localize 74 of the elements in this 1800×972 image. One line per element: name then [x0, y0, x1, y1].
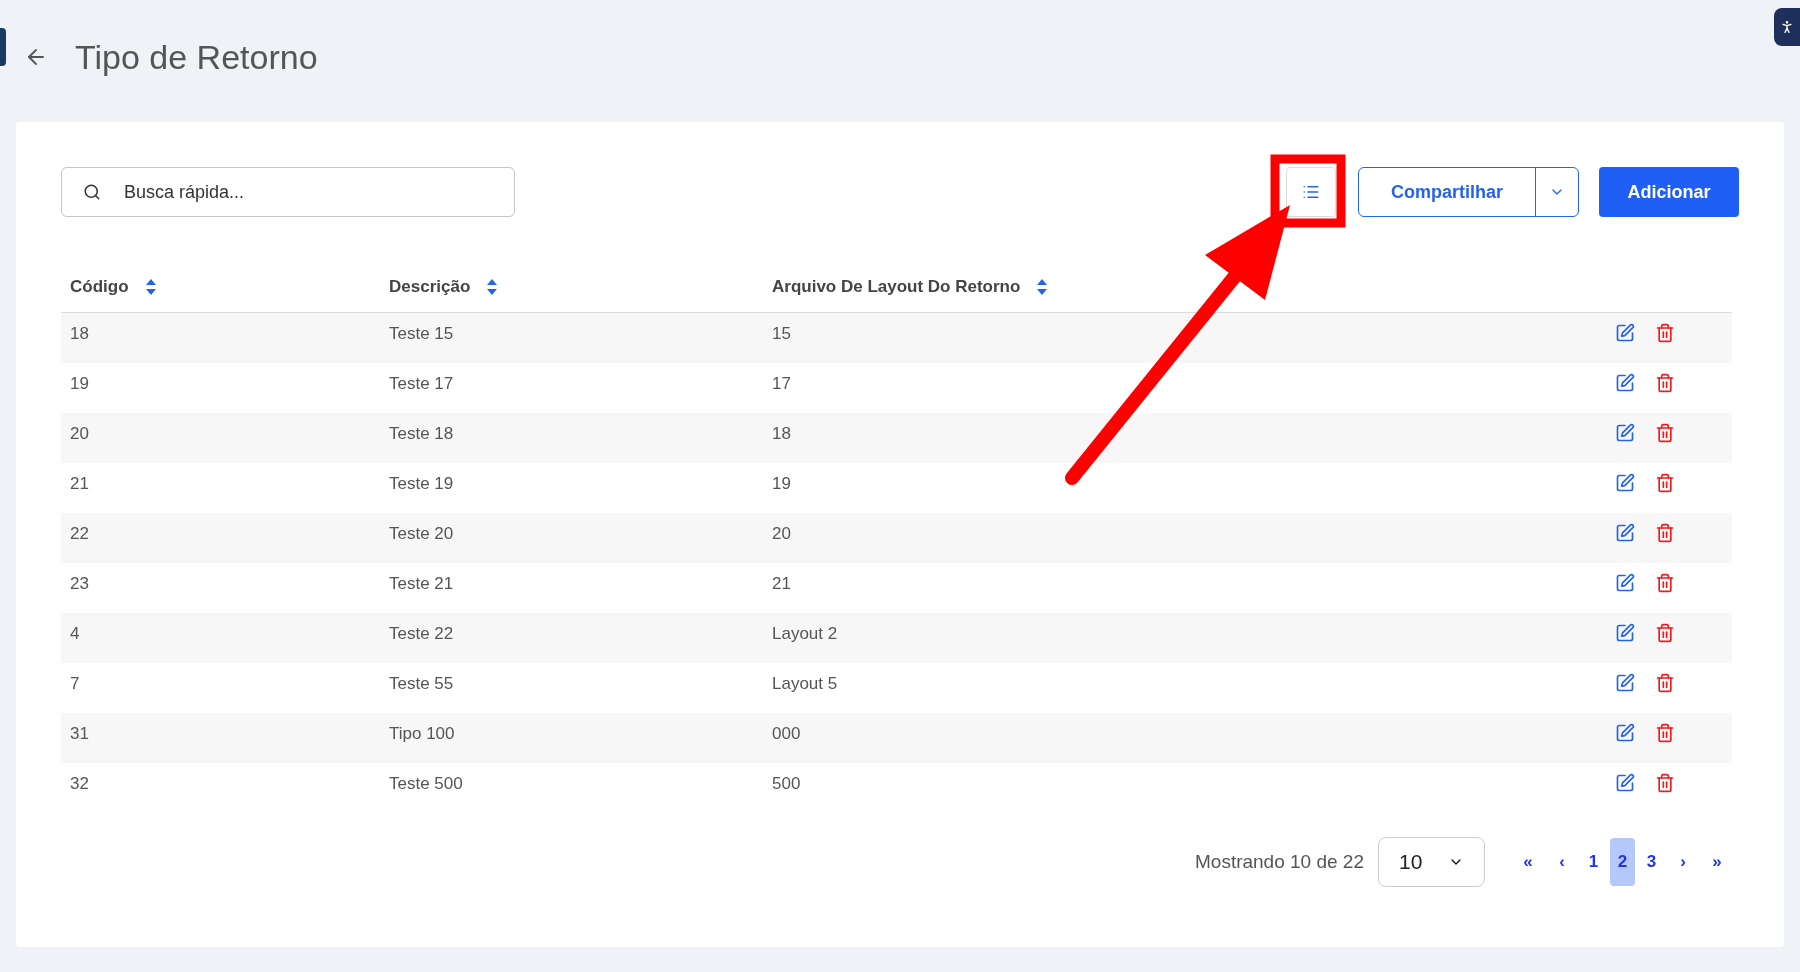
trash-icon[interactable] [1655, 473, 1675, 493]
edit-icon[interactable] [1615, 623, 1635, 643]
table-cell: 500 [772, 774, 801, 793]
table-cell: Layout 2 [772, 624, 838, 643]
edit-icon[interactable] [1615, 523, 1635, 543]
edit-icon[interactable] [1615, 423, 1635, 443]
table-cell: 000 [772, 724, 801, 743]
table-cell: 20 [70, 424, 89, 443]
search-icon [83, 183, 101, 201]
trash-icon[interactable] [1655, 573, 1675, 593]
edit-icon[interactable] [1615, 473, 1635, 493]
trash-icon[interactable] [1655, 723, 1675, 743]
trash-icon[interactable] [1655, 523, 1675, 543]
list-view-button[interactable] [1286, 167, 1336, 217]
trash-icon[interactable] [1655, 423, 1675, 443]
page-button[interactable]: 3 [1639, 838, 1664, 886]
last-page-button[interactable]: » [1702, 838, 1732, 886]
trash-icon[interactable] [1655, 323, 1675, 343]
trash-icon[interactable] [1655, 773, 1675, 793]
table-cell: 19 [70, 374, 89, 393]
trash-icon[interactable] [1655, 373, 1675, 393]
table-cell: 18 [772, 424, 791, 443]
table-cell: Teste 22 [389, 624, 454, 643]
table-cell: 7 [70, 674, 80, 693]
sort-icon[interactable] [144, 278, 157, 296]
table-cell: 22 [70, 524, 89, 543]
page-title: Tipo de Retorno [75, 36, 318, 78]
edit-icon[interactable] [1615, 673, 1635, 693]
table-cell: 19 [772, 474, 791, 493]
table-cell: 20 [772, 524, 791, 543]
table-cell: 21 [70, 474, 89, 493]
accessibility-button[interactable] [1774, 8, 1800, 46]
share-button[interactable]: Compartilhar [1359, 168, 1535, 216]
table-cell: Teste 500 [389, 774, 463, 793]
table-cell: Teste 19 [389, 474, 454, 493]
table-cell: Layout 5 [772, 674, 838, 693]
table-cell: 31 [70, 724, 89, 743]
page-button[interactable]: 1 [1581, 838, 1606, 886]
table-cell: 23 [70, 574, 89, 593]
edit-icon[interactable] [1615, 323, 1635, 343]
sort-icon[interactable] [1036, 278, 1049, 296]
search-field[interactable]: Busca rápida... [61, 167, 515, 217]
table-cell: Teste 17 [389, 374, 454, 393]
page-button[interactable]: 2 [1610, 838, 1635, 886]
next-page-button[interactable]: › [1668, 838, 1698, 886]
edit-icon[interactable] [1615, 723, 1635, 743]
table-cell: Tipo 100 [389, 724, 455, 743]
edit-icon[interactable] [1615, 373, 1635, 393]
trash-icon[interactable] [1655, 673, 1675, 693]
table-cell: Teste 18 [389, 424, 454, 443]
table-cell: Teste 15 [389, 324, 454, 343]
table-cell: 32 [70, 774, 89, 793]
table-cell: 4 [70, 624, 80, 643]
table-cell: 17 [772, 374, 791, 393]
table-cell: 18 [70, 324, 89, 343]
column-header: Arquivo De Layout Do Retorno [772, 276, 1021, 299]
table-cell: 21 [772, 574, 791, 593]
side-tab[interactable] [0, 28, 6, 66]
pagination-summary: Mostrando 10 de 22 [1195, 849, 1364, 874]
column-header: Descrição [389, 276, 471, 299]
page-size-select[interactable]: 10 [1378, 837, 1485, 887]
previous-page-button[interactable]: ‹ [1547, 838, 1577, 886]
list-icon [1302, 183, 1320, 201]
edit-icon[interactable] [1615, 773, 1635, 793]
add-button[interactable]: Adicionar [1599, 167, 1739, 217]
table-cell: 15 [772, 324, 791, 343]
table-cell: Teste 20 [389, 524, 454, 543]
trash-icon[interactable] [1655, 623, 1675, 643]
table-cell: Teste 55 [389, 674, 454, 693]
first-page-button[interactable]: « [1513, 838, 1543, 886]
edit-icon[interactable] [1615, 573, 1635, 593]
table-cell: Teste 21 [389, 574, 454, 593]
column-header: Código [70, 276, 129, 299]
sort-icon[interactable] [486, 278, 499, 296]
